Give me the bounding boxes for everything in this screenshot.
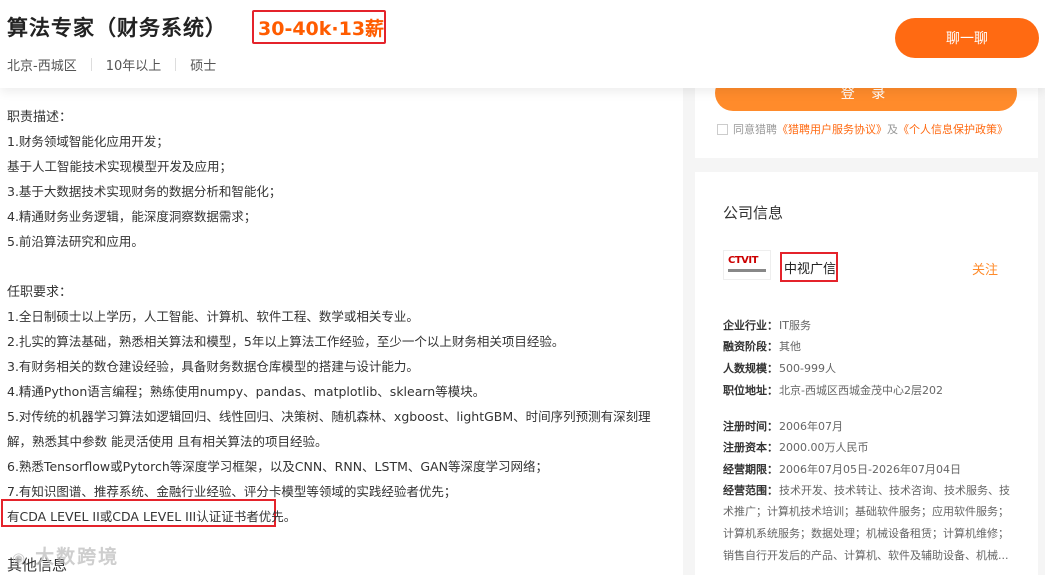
info-value: 北京-西城区西城金茂中心2层202 [779, 384, 943, 397]
info-value: 其他 [779, 340, 801, 353]
duty-line: 4.精通财务业务逻辑，能深度洞察数据需求； [7, 209, 257, 224]
divider [90, 58, 92, 71]
duties-title: 职责描述： [7, 110, 73, 125]
requirement-line: 3.有财务相关的数仓建设经验，具备财务数据仓库模型的搭建与设计能力。 [7, 359, 419, 374]
info-key: 注册资本： [723, 441, 778, 454]
job-title: 算法专家（财务系统） [7, 16, 227, 40]
info-key: 融资阶段： [723, 340, 778, 353]
watermark-text: 大数跨境 [35, 546, 120, 568]
info-value: 2000.00万人民币 [779, 441, 869, 454]
company-name[interactable]: 中视广信 [784, 258, 836, 277]
company-info-row: 融资阶段： 其他 [723, 338, 801, 354]
company-section-title: 公司信息 [723, 204, 784, 222]
company-reg-row: 经营期限： 2006年07月05日-2026年07月04日 [723, 461, 961, 477]
job-location: 北京-西城区 [7, 59, 77, 74]
agree-prefix: 同意猎聘 [733, 123, 777, 136]
company-info-row: 企业行业： IT服务 [723, 317, 811, 333]
requirement-line: 有CDA LEVEL II或CDA LEVEL III认证证书者优先。 [7, 509, 297, 524]
agree-and: 及 [887, 123, 898, 136]
job-meta: 北京-西城区 10年以上 硕士 [7, 55, 216, 74]
info-value: IT服务 [779, 319, 811, 332]
requirement-line: 7.有知识图谱、推荐系统、金融行业经验、评分卡模型等领域的实践经验者优先； [7, 484, 457, 499]
info-value: 2006年07月05日-2026年07月04日 [779, 463, 961, 476]
info-key: 人数规模： [723, 362, 778, 375]
user-agreement-link[interactable]: 《猎聘用户服务协议》 [777, 121, 887, 137]
duty-line: 基于人工智能技术实现模型开发及应用； [7, 159, 233, 174]
company-info-row: 人数规模： 500-999人 [723, 360, 836, 376]
company-info-row: 职位地址： 北京-西城区西城金茂中心2层202 [723, 382, 943, 398]
divider [175, 58, 177, 71]
follow-button[interactable]: 关注 [972, 259, 998, 278]
scope-line: 技术开发、技术转让、技术咨询、技术服务、技 [779, 484, 1010, 497]
info-value: 2006年07月 [779, 420, 843, 433]
company-logo-bar [728, 269, 766, 272]
agreement-row: 同意猎聘 《猎聘用户服务协议》 及 《个人信息保护政策》 [717, 121, 1008, 137]
job-experience: 10年以上 [105, 59, 162, 74]
requirement-line: 1.全日制硕士以上学历，人工智能、计算机、软件工程、数学或相关专业。 [7, 309, 419, 324]
duty-line: 3.基于大数据技术实现财务的数据分析和智能化； [7, 184, 282, 199]
requirements-title: 任职要求： [7, 285, 73, 300]
company-logo[interactable]: CTVIT [723, 250, 771, 280]
info-key: 注册时间： [723, 420, 778, 433]
info-value: 500-999人 [779, 362, 836, 375]
scope-line: 销售自行开发后的产品、计算机、软件及辅助设备、机械... [723, 549, 1009, 562]
company-logo-text: CTVIT [728, 255, 758, 266]
requirement-line: 2.扎实的算法基础，熟悉相关算法和模型，5年以上算法工作经验，至少一个以上财务相… [7, 334, 565, 349]
company-reg-row: 注册时间： 2006年07月 [723, 418, 843, 434]
job-header: 算法专家（财务系统） 30-40k·13薪 北京-西城区 10年以上 硕士 聊一… [0, 0, 1045, 88]
requirement-line: 4.精通Python语言编程；熟练使用numpy、pandas、matplotl… [7, 384, 486, 399]
duty-line: 1.财务领域智能化应用开发； [7, 134, 169, 149]
requirement-line: 解，熟悉其中参数 能灵活使用 且有相关算法的项目经验。 [7, 434, 328, 449]
scope-line: 术推广；计算机技术培训；基础软件服务；应用软件服务； [723, 505, 1009, 518]
agree-checkbox[interactable] [717, 123, 728, 135]
requirement-line: 5.对传统的机器学习算法如逻辑回归、线性回归、决策树、随机森林、xgboost、… [7, 409, 651, 424]
company-reg-row: 注册资本： 2000.00万人民币 [723, 439, 869, 455]
info-key: 企业行业： [723, 319, 778, 332]
job-education: 硕士 [190, 59, 217, 74]
watermark-logo-icon: ◉ [12, 549, 28, 567]
requirement-line: 6.熟悉Tensorflow或Pytorch等深度学习框架，以及CNN、RNN、… [7, 459, 548, 474]
chat-button[interactable]: 聊一聊 [895, 18, 1039, 58]
info-key: 职位地址： [723, 384, 778, 397]
duty-line: 5.前沿算法研究和应用。 [7, 234, 144, 249]
scope-key: 经营范围： [723, 484, 778, 497]
info-key: 经营期限： [723, 463, 778, 476]
watermark: ◉ 大数跨境 [12, 542, 119, 569]
salary: 30-40k·13薪 [258, 18, 385, 40]
privacy-policy-link[interactable]: 《个人信息保护政策》 [898, 121, 1008, 137]
scope-line: 计算机系统服务；数据处理；机械设备租赁；计算机维修； [723, 527, 1009, 540]
